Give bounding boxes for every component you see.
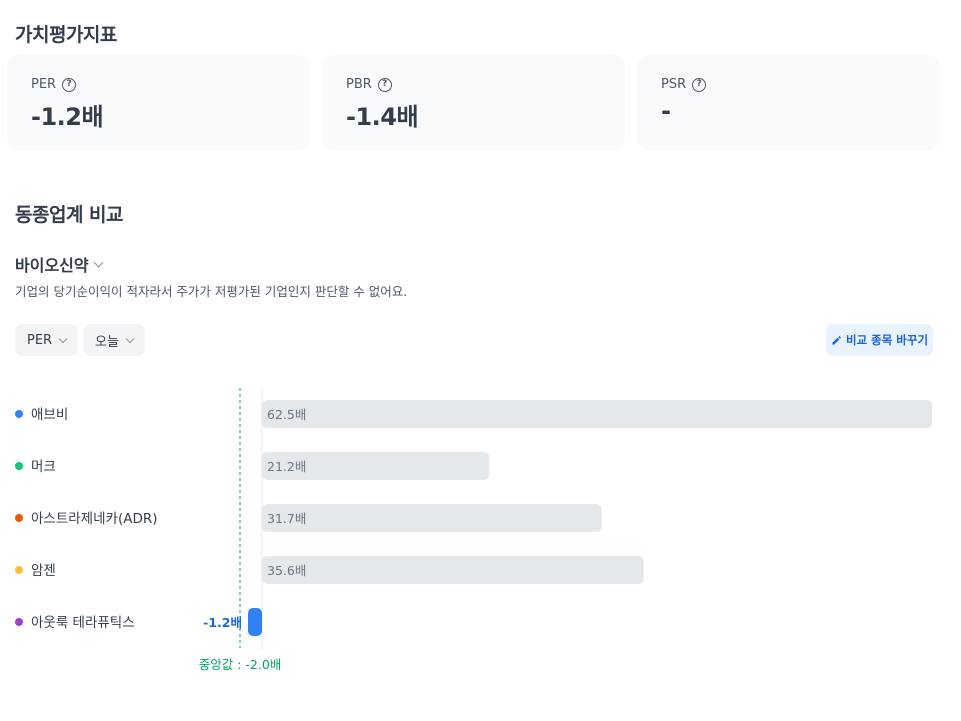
per-card: PER ? -1.2배: [7, 55, 310, 150]
peer-description: 기업의 당기순이익이 적자라서 주가가 저평가된 기업인지 판단할 수 없어요.: [15, 284, 408, 299]
pbr-label: PBR: [346, 77, 372, 92]
legend-dot: [15, 462, 23, 470]
legend-dot: [15, 566, 23, 574]
median-label: 중앙값 : -2.0배: [199, 657, 282, 672]
bar-value-label: 21.2배: [267, 459, 306, 474]
question-icon[interactable]: ?: [692, 77, 707, 92]
question-icon[interactable]: ?: [377, 77, 392, 92]
period-selector-label: 오늘: [95, 334, 119, 350]
chevron-down-icon: [93, 257, 104, 267]
pbr-card: PBR ? -1.4배: [322, 55, 625, 150]
legend-dot: [15, 514, 23, 522]
bar-value-label: 62.5배: [267, 407, 306, 422]
legend-dot: [15, 410, 23, 418]
company-label: 아웃룩 테라퓨틱스: [31, 615, 135, 631]
per-label: PER: [31, 77, 57, 92]
chevron-down-icon: [125, 334, 135, 343]
bar-value-label: 35.6배: [267, 563, 306, 578]
bar: [248, 608, 262, 636]
metric-selector[interactable]: PER: [15, 324, 79, 356]
per-value: -1.2배: [31, 103, 104, 131]
pencil-icon: [832, 335, 841, 345]
bar-value-label: -1.2배: [203, 615, 242, 630]
metric-selector-label: PER: [27, 332, 53, 348]
legend-dot: [15, 618, 23, 626]
compare-button-label: 비교 종목 바꾸기: [845, 333, 929, 347]
company-label: 암젠: [31, 563, 56, 579]
chevron-down-icon: [58, 334, 68, 343]
valuation-title: 가치평가지표: [15, 24, 117, 46]
bar: [262, 400, 932, 428]
compare-stocks-button[interactable]: 비교 종목 바꾸기: [826, 324, 933, 356]
question-icon[interactable]: ?: [62, 77, 77, 92]
psr-value: -: [661, 97, 671, 125]
bar: [262, 504, 602, 532]
bar: [262, 556, 644, 584]
psr-label: PSR: [661, 77, 687, 92]
peer-title: 동종업계 비교: [15, 204, 124, 226]
sector-label: 바이오신약: [15, 256, 89, 275]
peer-comparison-chart: 애브비 62.5배머크 21.2배아스트라제네카(ADR) 31.7배암젠 35.6배아…: [0, 380, 961, 684]
valuation-cards: PER ? -1.2배 PBR ? -1.4배 PSR ? -: [7, 55, 940, 150]
company-label: 애브비: [31, 407, 68, 423]
pbr-value: -1.4배: [346, 103, 419, 131]
period-selector[interactable]: 오늘: [83, 324, 145, 356]
company-label: 아스트라제네카(ADR): [31, 511, 157, 527]
psr-card: PSR ? -: [637, 55, 940, 150]
sector-dropdown[interactable]: 바이오신약: [15, 252, 104, 276]
company-label: 머크: [31, 459, 56, 475]
bar-value-label: 31.7배: [267, 511, 306, 526]
